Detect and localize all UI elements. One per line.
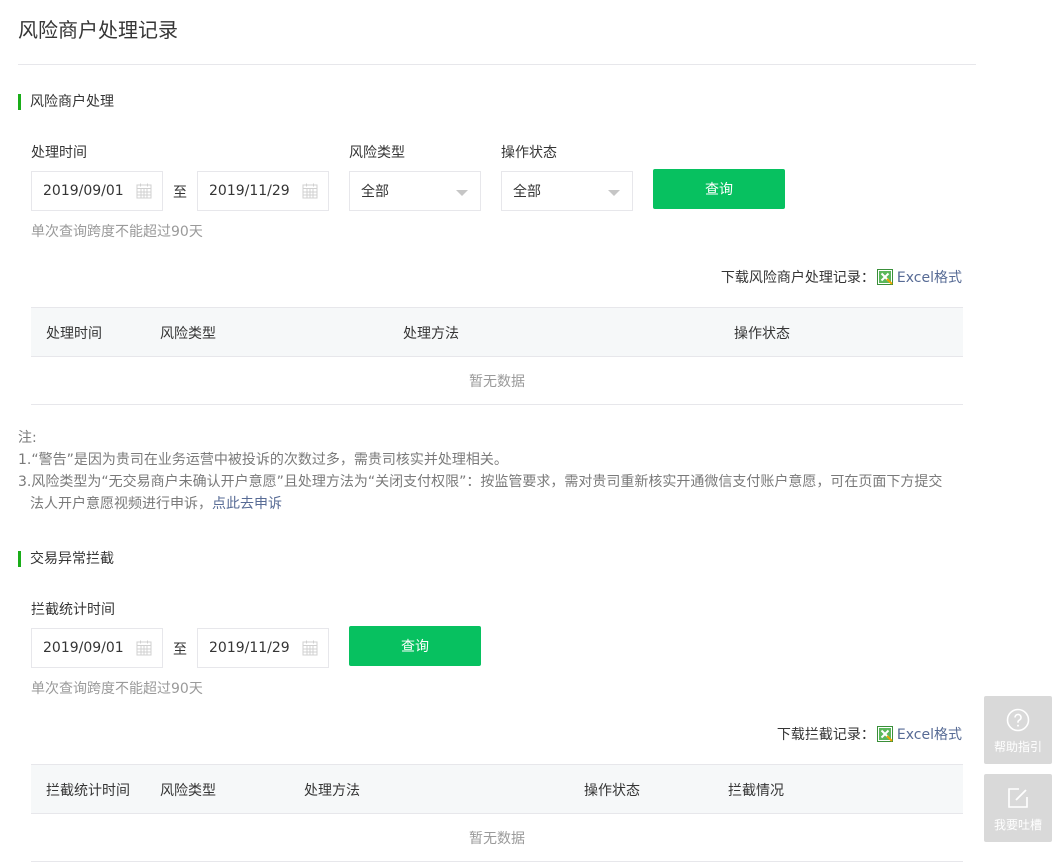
note-line-1: 1.“警告”是因为贵司在业务运营中被投诉的次数过多，需贵司核实并处理相关。 xyxy=(18,452,508,468)
notes-prefix: 注: xyxy=(18,430,37,446)
calendar-icon xyxy=(136,640,152,656)
empty-state: 暂无数据 xyxy=(31,814,963,862)
label-interception-time: 拦截统计时间 xyxy=(31,602,115,618)
excel-download-link[interactable]: Excel格式 xyxy=(897,724,962,744)
start-date-input[interactable]: 2019/09/01 xyxy=(31,171,163,211)
op-status-select[interactable]: 全部 xyxy=(501,171,633,211)
label-handling-time: 处理时间 xyxy=(31,145,87,161)
column-header: 风险类型 xyxy=(160,783,216,799)
help-guide-label: 帮助指引 xyxy=(993,740,1042,754)
column-header: 操作状态 xyxy=(584,783,640,799)
section-title-risk-handling: 风险商户处理 xyxy=(18,94,114,110)
empty-state: 暂无数据 xyxy=(31,357,963,405)
column-header: 操作状态 xyxy=(734,326,790,342)
label-op-status: 操作状态 xyxy=(501,145,557,161)
feedback-button[interactable]: 我要吐槽 xyxy=(984,774,1052,842)
table-header: 处理时间 风险类型 处理方法 操作状态 xyxy=(31,307,963,357)
table-header: 拦截统计时间 风险类型 处理方法 操作状态 拦截情况 xyxy=(31,764,963,814)
note-line-3-cont: 法人开户意愿视频进行申诉，点此去申诉 xyxy=(18,493,976,515)
column-header: 风险类型 xyxy=(160,326,216,342)
interception-end-date-input[interactable]: 2019/11/29 xyxy=(197,628,329,668)
calendar-icon xyxy=(302,183,318,199)
edit-icon xyxy=(1008,788,1028,808)
help-guide-button[interactable]: 帮助指引 xyxy=(984,696,1052,764)
column-header: 拦截统计时间 xyxy=(46,783,130,799)
interception-end-date-value: 2019/11/29 xyxy=(209,640,290,656)
section-title-interception: 交易异常拦截 xyxy=(18,551,114,567)
risk-type-select[interactable]: 全部 xyxy=(349,171,481,211)
column-header: 处理方法 xyxy=(403,326,459,342)
chevron-down-icon xyxy=(608,190,620,196)
download-risk-records: 下载风险商户处理记录： Excel格式 xyxy=(721,267,962,287)
interception-date-span-hint: 单次查询跨度不能超过90天 xyxy=(31,681,203,697)
note-line-3: 3.风险类型为“无交易商户未确认开户意愿”且处理方法为“关闭支付权限”：按监管要… xyxy=(18,474,943,490)
notes-block: 注: 1.“警告”是因为贵司在业务运营中被投诉的次数过多，需贵司核实并处理相关。… xyxy=(18,427,976,515)
date-range-separator: 至 xyxy=(173,185,187,201)
interception-records-table: 拦截统计时间 风险类型 处理方法 操作状态 拦截情况 暂无数据 xyxy=(31,764,963,862)
column-header: 处理方法 xyxy=(304,783,360,799)
feedback-label: 我要吐槽 xyxy=(993,818,1042,832)
excel-icon xyxy=(876,726,893,742)
end-date-value: 2019/11/29 xyxy=(209,183,290,199)
interception-start-date-input[interactable]: 2019/09/01 xyxy=(31,628,163,668)
query-button[interactable]: 查询 xyxy=(653,169,785,209)
date-span-hint: 单次查询跨度不能超过90天 xyxy=(31,224,203,240)
note-line-3-cont-text: 法人开户意愿视频进行申诉， xyxy=(30,496,212,512)
date-range-separator: 至 xyxy=(173,642,187,658)
calendar-icon xyxy=(302,640,318,656)
download-prefix: 下载拦截记录： xyxy=(776,727,875,743)
column-header: 拦截情况 xyxy=(728,783,784,799)
label-risk-type: 风险类型 xyxy=(349,145,405,161)
risk-type-value: 全部 xyxy=(361,184,389,200)
download-prefix: 下载风险商户处理记录： xyxy=(720,270,875,286)
op-status-value: 全部 xyxy=(513,184,541,200)
excel-download-link[interactable]: Excel格式 xyxy=(897,267,962,287)
risk-records-table: 处理时间 风险类型 处理方法 操作状态 暂无数据 xyxy=(31,307,963,405)
header-divider xyxy=(18,64,976,65)
end-date-input[interactable]: 2019/11/29 xyxy=(197,171,329,211)
chevron-down-icon xyxy=(456,190,468,196)
question-circle-icon xyxy=(1006,708,1030,732)
interception-query-button[interactable]: 查询 xyxy=(349,626,481,666)
interception-start-date-value: 2019/09/01 xyxy=(43,640,124,656)
calendar-icon xyxy=(136,183,152,199)
download-interception-records: 下载拦截记录： Excel格式 xyxy=(777,724,962,744)
page-title: 风险商户处理记录 xyxy=(18,18,178,42)
column-header: 处理时间 xyxy=(46,326,102,342)
excel-icon xyxy=(876,269,893,285)
start-date-value: 2019/09/01 xyxy=(43,183,124,199)
appeal-link[interactable]: 点此去申诉 xyxy=(212,496,282,512)
